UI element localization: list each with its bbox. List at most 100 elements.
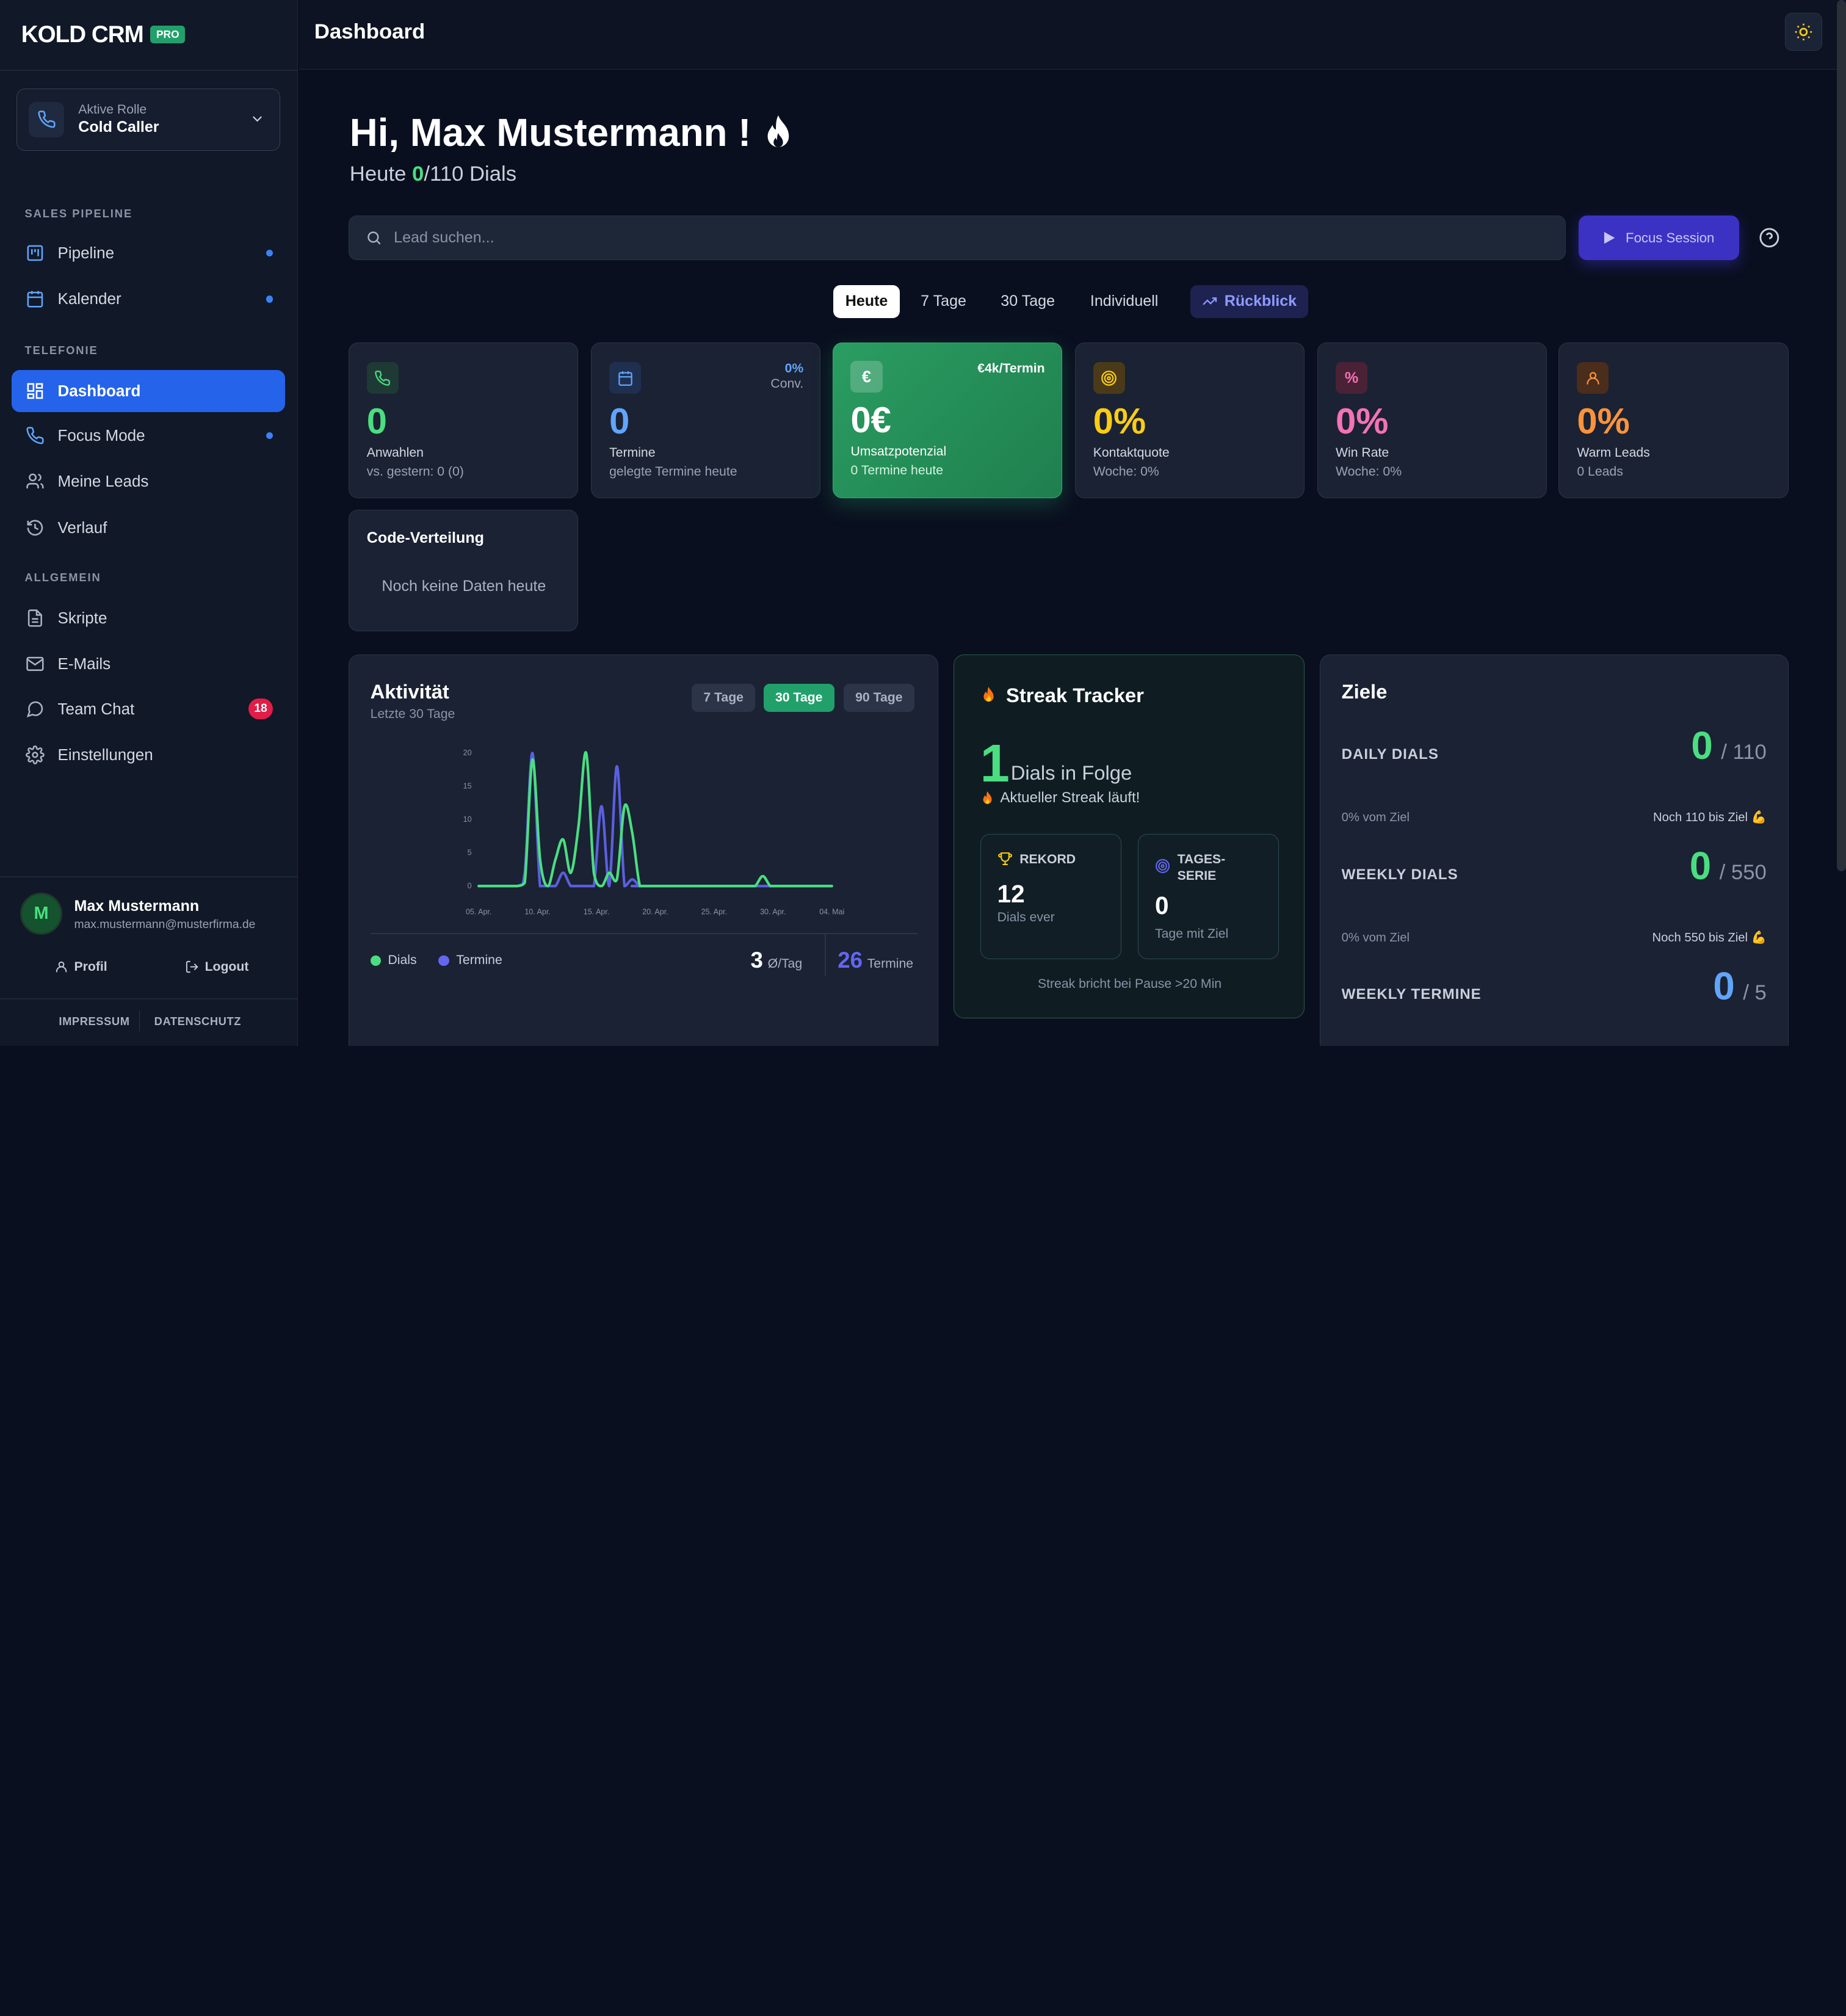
phone-icon [366, 362, 399, 394]
tab-individuell[interactable]: Individuell [1079, 285, 1170, 318]
logout-label: Logout [205, 959, 249, 974]
avg-unit: Ø/Tag [767, 956, 803, 971]
kpi-label: Termine [609, 446, 656, 460]
sidebar-item-dashboard[interactable]: Dashboard [12, 369, 285, 412]
sidebar-item-meine-leads[interactable]: Meine Leads [12, 460, 284, 502]
sidebar-item-label: Pipeline [57, 244, 115, 263]
kpi-card-anwahlen[interactable]: 0 Anwahlen vs. gestern: 0 (0) [348, 343, 578, 498]
record-box: REKORD 12 Dials ever [980, 834, 1121, 959]
streak-tracker-panel: Streak Tracker 1 Dials in Folge Aktuelle… [954, 654, 1305, 1019]
legend-dials: Dials [370, 953, 417, 968]
kpi-label: Kontaktquote [1093, 446, 1170, 460]
profile-button[interactable]: Profil [54, 960, 107, 974]
logout-button[interactable]: Logout [185, 959, 249, 974]
total-value: 26 [838, 947, 863, 973]
section-sales-pipeline: SALES PIPELINE [24, 207, 133, 220]
sidebar-item-label: Focus Mode [57, 426, 145, 445]
streak-status-text: Aktueller Streak läuft! [1000, 789, 1140, 807]
kpi-sub: Woche: 0% [1093, 464, 1159, 479]
goal-percent: 0% vom Ziel [1341, 930, 1410, 945]
day-series-header: TAGES- SERIE [1155, 851, 1225, 884]
sidebar-item-focus-mode[interactable]: Focus Mode [12, 415, 284, 457]
role-label: Aktive Rolle [78, 103, 147, 117]
goal-remaining: Noch 110 bis Ziel 💪 [1653, 810, 1767, 825]
kpi-card-warm-leads[interactable]: 0% Warm Leads 0 Leads [1558, 343, 1789, 498]
streak-title-text: Streak Tracker [1006, 683, 1144, 706]
record-sub: Dials ever [997, 910, 1055, 924]
goal-label: WEEKLY TERMINE [1341, 986, 1482, 1003]
kpi-sub: gelegte Termine heute [609, 464, 737, 479]
streak-status: Aktueller Streak läuft! [980, 789, 1140, 807]
imprint-link[interactable]: IMPRESSUM [59, 1015, 129, 1028]
tab-30-tage[interactable]: 30 Tage [989, 285, 1066, 318]
user-email: max.mustermann@musterfirma.de [74, 918, 256, 932]
sidebar-item-label: Dashboard [57, 381, 141, 400]
scrollbar[interactable] [1836, 0, 1846, 872]
kpi-card-umsatzpotenzial[interactable]: € €4k/Termin 0€ Umsatzpotenzial 0 Termin… [832, 343, 1062, 498]
goal-current: 0 [1689, 844, 1712, 888]
goals-title: Ziele [1341, 680, 1388, 703]
goal-target: / 110 [1721, 741, 1767, 764]
daily-dials-summary: Heute 0/110 Dials [350, 162, 516, 186]
brand-logo[interactable]: KOLD CRM PRO [21, 21, 186, 48]
kpi-corner: 0% Conv. [770, 361, 803, 391]
total-unit: Termine [867, 956, 914, 971]
kpi-label: Anwahlen [366, 446, 424, 460]
code-distribution-card: Code-Verteilung Noch keine Daten heute [348, 510, 578, 631]
streak-unit: Dials in Folge [1010, 761, 1132, 784]
sidebar-item-team-chat[interactable]: Team Chat 18 [12, 687, 284, 730]
x-tick-label: 25. Apr. [701, 908, 726, 916]
user-name: Max Mustermann [74, 897, 200, 915]
search-bar[interactable] [348, 215, 1566, 261]
section-allgemein: ALLGEMEIN [24, 571, 101, 584]
tab-activity-90-tage[interactable]: 90 Tage [843, 683, 914, 712]
document-icon [24, 607, 46, 629]
phone-icon [29, 101, 65, 137]
total-appointments-stat: 26 Termine [838, 948, 913, 973]
day-series-label-1: TAGES- [1177, 852, 1226, 867]
sidebar-item-einstellungen[interactable]: Einstellungen [12, 734, 284, 776]
tab-activity-30-tage[interactable]: 30 Tage [763, 683, 834, 712]
x-tick-label: 20. Apr. [642, 908, 668, 916]
goal-label: WEEKLY DIALS [1341, 866, 1458, 883]
play-icon [1604, 231, 1615, 244]
focus-session-button[interactable]: Focus Session [1579, 215, 1739, 261]
search-input[interactable] [394, 229, 1453, 247]
role-selector[interactable]: Aktive Rolle Cold Caller [16, 88, 280, 151]
theme-toggle-button[interactable] [1784, 13, 1823, 51]
avatar[interactable]: M [20, 892, 63, 935]
tab-activity-7-tage[interactable]: 7 Tage [692, 683, 756, 712]
chart-divider [370, 933, 918, 935]
sidebar-item-e-mails[interactable]: E-Mails [12, 643, 284, 685]
sidebar-item-label: Einstellungen [57, 745, 153, 764]
kpi-value: 0 [366, 400, 388, 441]
sidebar-item-label: Kalender [57, 289, 121, 308]
fire-icon [983, 791, 992, 804]
y-tick-label: 20 [463, 749, 472, 757]
users-icon [24, 471, 46, 492]
phone-icon [24, 425, 46, 446]
kpi-value: 0% [1577, 400, 1630, 441]
kpi-card-win-rate[interactable]: % 0% Win Rate Woche: 0% [1317, 343, 1547, 498]
activity-panel: Aktivität Letzte 30 Tage 7 Tage 30 Tage … [348, 654, 939, 1046]
streak-count: 1 [980, 733, 1010, 793]
dashboard-icon [24, 380, 46, 402]
calendar-icon [24, 289, 46, 310]
help-icon[interactable] [1759, 227, 1780, 253]
kpi-sub: 0 Termine heute [850, 463, 944, 477]
kpi-card-kontaktquote[interactable]: 0% Kontaktquote Woche: 0% [1074, 343, 1305, 498]
kpi-card-termine[interactable]: 0% Conv. 0 Termine gelegte Termine heute [591, 343, 821, 498]
privacy-link[interactable]: DATENSCHUTZ [154, 1015, 241, 1028]
x-tick-label: 15. Apr. [584, 908, 609, 916]
app-root: KOLD CRM PRO Aktive Rolle Cold Caller SA… [0, 0, 1846, 1046]
legal-divider [139, 1010, 140, 1032]
sidebar-item-skripte[interactable]: Skripte [12, 597, 284, 639]
sidebar-item-verlauf[interactable]: Verlauf [12, 506, 284, 548]
y-tick-label: 5 [467, 849, 471, 857]
tab-7-tage[interactable]: 7 Tage [909, 285, 978, 318]
sidebar-item-pipeline[interactable]: Pipeline [12, 232, 284, 274]
tab-rueckblick[interactable]: Rückblick [1190, 285, 1309, 318]
sidebar-item-kalender[interactable]: Kalender [12, 278, 284, 320]
fire-icon [767, 115, 789, 147]
tab-heute[interactable]: Heute [833, 285, 900, 318]
